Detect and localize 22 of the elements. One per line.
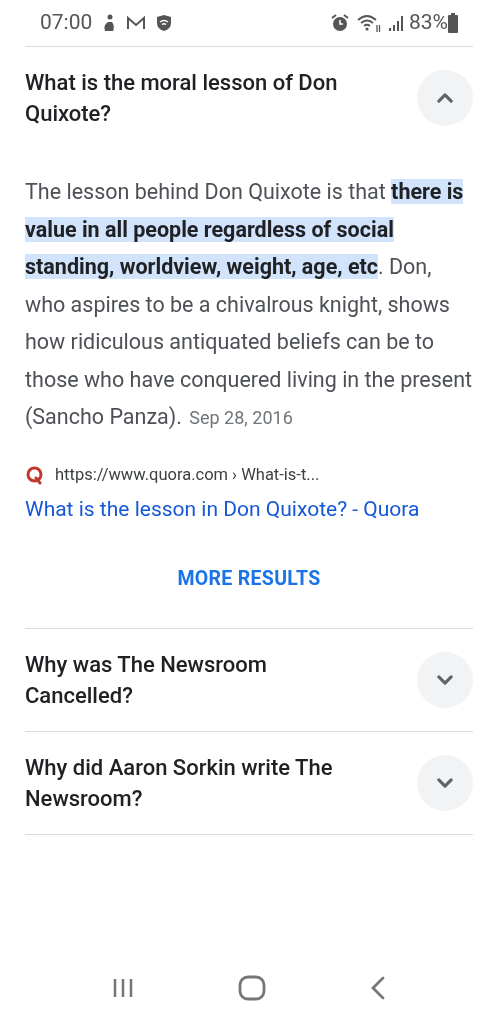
mail-icon [126, 15, 147, 31]
clock-time: 07:00 [40, 9, 93, 37]
source-url[interactable]: https://www.quora.com › What-is-t... [55, 462, 320, 488]
question-text[interactable]: Why was The Newsroom Cancelled? [25, 648, 385, 711]
battery-percent: 83% [409, 9, 448, 37]
signal-icon [388, 14, 406, 32]
result-link[interactable]: What is the lesson in Don Quixote? - Quora [25, 489, 425, 531]
answer-text: The lesson behind Don Quixote is that there is value in all people regardless of social standing, worldview, weight, age, etc. Don, who aspires to be a chivalrous knight, shows how ridiculous antiquated beliefs can be to those who have conquered living in the present (Sancho Panza). Sep 28, 2016 [25, 178, 473, 431]
caret-up-icon [437, 93, 453, 103]
shield-icon [156, 14, 173, 32]
home-icon[interactable] [238, 974, 266, 1002]
caret-down-icon [437, 777, 453, 788]
more-results-button[interactable]: MORE RESULTS [177, 564, 321, 594]
question-text[interactable]: What is the moral lesson of Don Quixote? [25, 67, 385, 129]
alarm-icon [330, 13, 350, 33]
question-text[interactable]: Why did Aaron Sorkin write The Newsroom? [25, 751, 385, 814]
expand-toggle-button[interactable] [417, 70, 473, 126]
figure-icon [102, 14, 117, 32]
caret-down-icon [437, 674, 453, 685]
battery-icon [448, 13, 458, 33]
source-logo-icon [25, 464, 45, 485]
wifi-icon [356, 13, 382, 33]
